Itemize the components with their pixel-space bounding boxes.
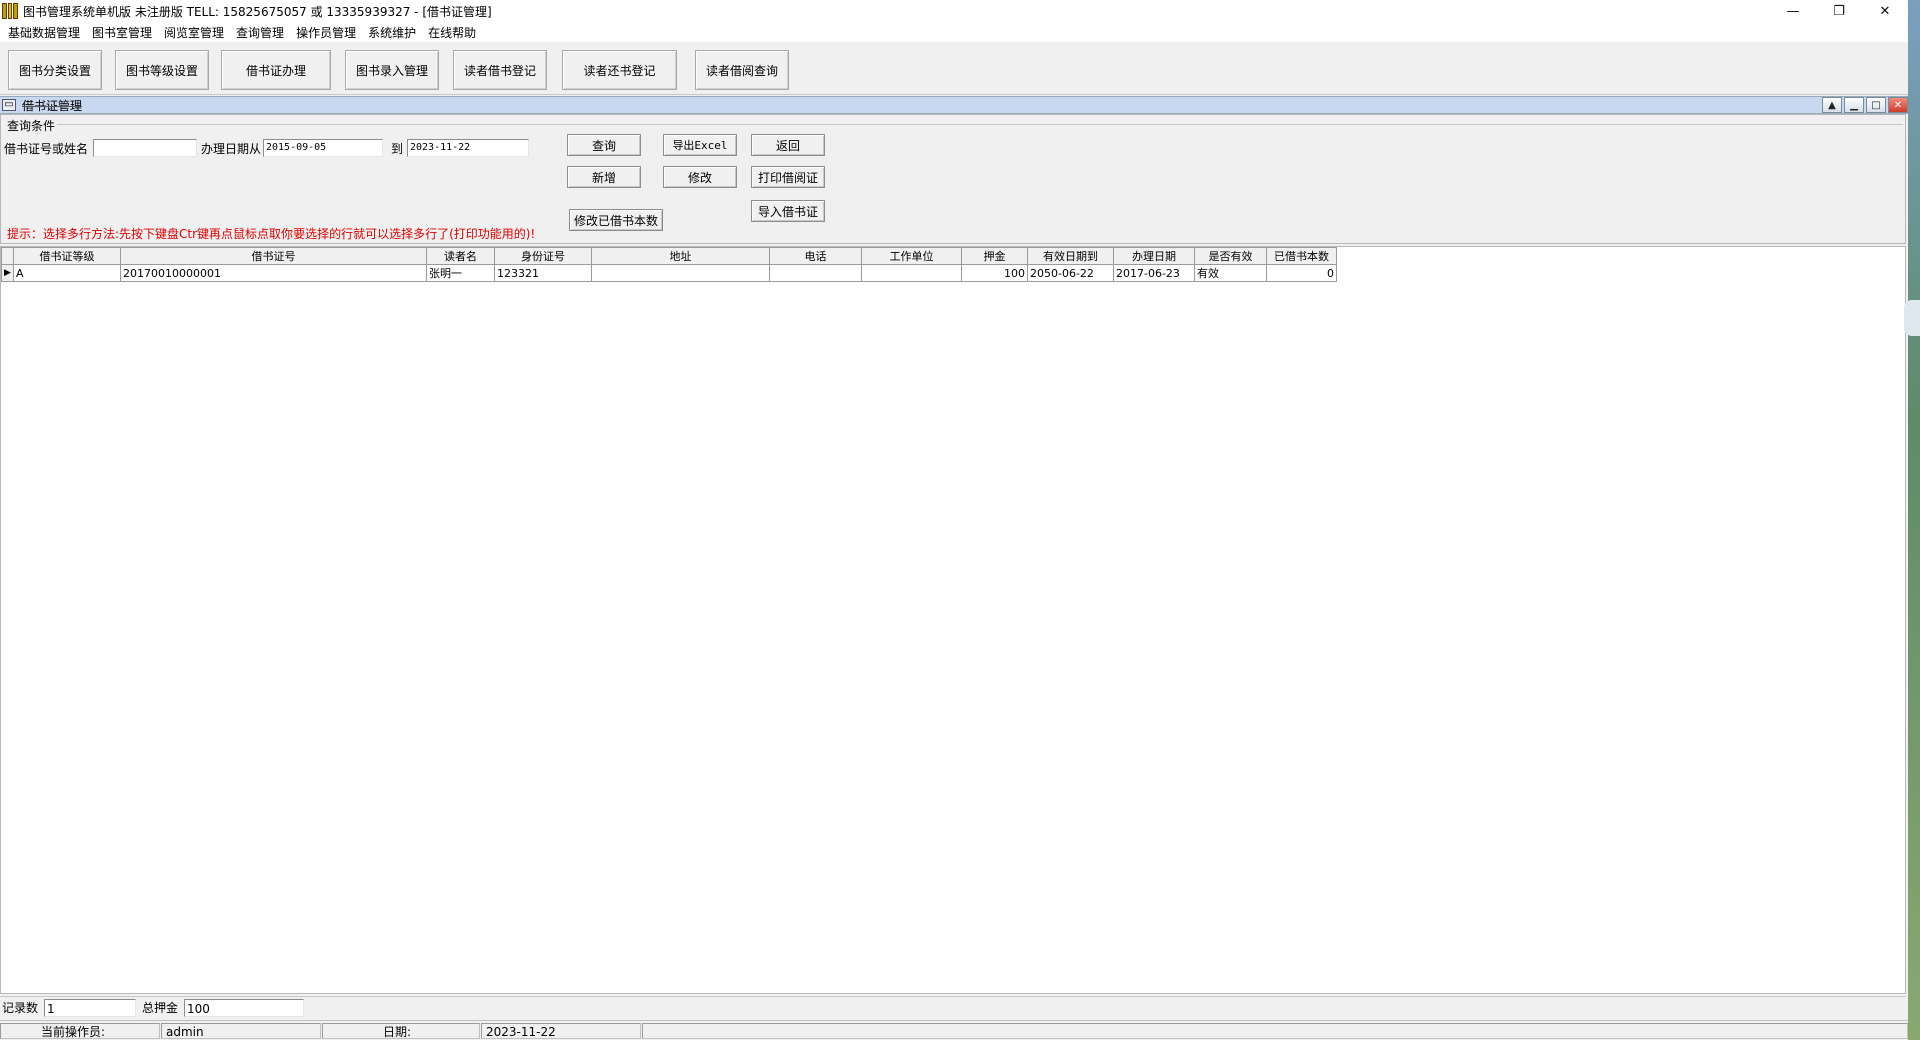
- col-phone[interactable]: 电话: [769, 247, 862, 265]
- table-row[interactable]: ▶ A 20170010000001 张明一 123321 100 2050-0…: [1, 264, 1337, 282]
- cell-issue-date[interactable]: 2017-06-23: [1113, 264, 1195, 282]
- child-close-button[interactable]: ✕: [1888, 97, 1908, 113]
- total-deposit-label: 总押金: [142, 1001, 179, 1015]
- table-header: 借书证等级 借书证号 读者名 身份证号 地址 电话 工作单位 押金 有效日期到 …: [1, 247, 1337, 265]
- card-or-name-label: 借书证号或姓名: [4, 142, 89, 156]
- export-excel-button[interactable]: 导出Excel: [663, 134, 737, 156]
- cell-phone[interactable]: [769, 264, 862, 282]
- col-card-grade[interactable]: 借书证等级: [13, 247, 121, 265]
- row-selector-header: [1, 247, 14, 265]
- col-card-number[interactable]: 借书证号: [120, 247, 427, 265]
- cell-workplace[interactable]: [861, 264, 962, 282]
- group-divider: [53, 124, 1903, 125]
- toolbar-borrow-query-button[interactable]: 读者借阅查询: [695, 50, 789, 90]
- books-icon: [2, 3, 19, 19]
- col-id-number[interactable]: 身份证号: [494, 247, 592, 265]
- desktop-widget-edge: [1904, 300, 1920, 336]
- operator-label: 当前操作员:: [0, 1023, 160, 1039]
- cell-address[interactable]: [591, 264, 770, 282]
- operator-value: admin: [161, 1023, 321, 1039]
- col-address[interactable]: 地址: [591, 247, 770, 265]
- col-workplace[interactable]: 工作单位: [861, 247, 962, 265]
- import-card-button[interactable]: 导入借书证: [751, 200, 825, 222]
- cell-borrowed-count[interactable]: 0: [1266, 264, 1337, 282]
- child-window-title: 借书证管理: [22, 98, 83, 113]
- date-value: 2023-11-22: [481, 1023, 641, 1039]
- toolbar-book-entry-button[interactable]: 图书录入管理: [345, 50, 439, 90]
- menu-basic-data[interactable]: 基础数据管理: [2, 24, 86, 41]
- search-button[interactable]: 查询: [567, 134, 641, 156]
- card-grid: 借书证等级 借书证号 读者名 身份证号 地址 电话 工作单位 押金 有效日期到 …: [0, 246, 1906, 994]
- window-controls: — ❐ ✕: [1770, 0, 1908, 22]
- child-up-button[interactable]: ▲: [1822, 97, 1842, 113]
- menu-library-room[interactable]: 图书室管理: [86, 24, 158, 41]
- window-menu-icon[interactable]: ▭: [2, 99, 16, 111]
- multi-select-hint: 提示：选择多行方法:先按下键盘Ctr键再点鼠标点取你要选择的行就可以选择多行了(…: [7, 227, 536, 241]
- date-to-label: 到: [391, 142, 404, 156]
- toolbar-grade-settings-button[interactable]: 图书等级设置: [115, 50, 209, 90]
- status-bar: 当前操作员: admin 日期: 2023-11-22: [0, 1020, 1908, 1040]
- record-count-label: 记录数: [2, 1001, 39, 1015]
- window-title: 图书管理系统单机版 未注册版 TELL: 15825675057 或 13335…: [23, 4, 492, 19]
- menu-bar: 基础数据管理 图书室管理 阅览室管理 查询管理 操作员管理 系统维护 在线帮助: [0, 22, 1908, 42]
- cell-deposit[interactable]: 100: [961, 264, 1028, 282]
- date-label: 日期:: [322, 1023, 480, 1039]
- col-is-valid[interactable]: 是否有效: [1194, 247, 1267, 265]
- menu-reading-room[interactable]: 阅览室管理: [158, 24, 230, 41]
- toolbar-card-issue-button[interactable]: 借书证办理: [221, 50, 331, 90]
- status-spare-panel: [642, 1023, 1908, 1039]
- total-deposit-value: 100: [184, 999, 304, 1017]
- restore-button[interactable]: ❐: [1816, 0, 1862, 22]
- back-button[interactable]: 返回: [751, 134, 825, 156]
- col-issue-date[interactable]: 办理日期: [1113, 247, 1195, 265]
- toolbar-return-register-button[interactable]: 读者还书登记: [562, 50, 677, 90]
- minimize-button[interactable]: —: [1770, 0, 1816, 22]
- col-valid-until[interactable]: 有效日期到: [1027, 247, 1114, 265]
- child-window-controls: ▲ ▁ □ ✕: [1822, 97, 1908, 115]
- current-row-indicator-icon[interactable]: ▶: [1, 264, 14, 282]
- col-reader-name[interactable]: 读者名: [426, 247, 495, 265]
- col-borrowed-count[interactable]: 已借书本数: [1266, 247, 1337, 265]
- query-panel: 查询条件 借书证号或姓名 办理日期从 2015-09-05 到 2023-11-…: [0, 114, 1906, 244]
- card-table: 借书证等级 借书证号 读者名 身份证号 地址 电话 工作单位 押金 有效日期到 …: [1, 247, 1337, 282]
- cell-id-number[interactable]: 123321: [494, 264, 592, 282]
- desktop-background: [1908, 0, 1920, 1040]
- title-bar: 图书管理系统单机版 未注册版 TELL: 15825675057 或 13335…: [0, 0, 1908, 22]
- menu-query[interactable]: 查询管理: [230, 24, 290, 41]
- record-count-value: 1: [44, 999, 136, 1017]
- cell-card-number[interactable]: 20170010000001: [120, 264, 427, 282]
- menu-system[interactable]: 系统维护: [362, 24, 422, 41]
- cell-is-valid[interactable]: 有效: [1194, 264, 1267, 282]
- card-or-name-input[interactable]: [93, 139, 197, 157]
- child-window-caption: ▭ 借书证管理 ▲ ▁ □ ✕: [0, 96, 1908, 114]
- child-minimize-button[interactable]: ▁: [1844, 97, 1864, 113]
- child-maximize-button[interactable]: □: [1866, 97, 1886, 113]
- toolbar: 图书分类设置 图书等级设置 借书证办理 图书录入管理 读者借书登记 读者还书登记…: [0, 43, 1908, 95]
- toolbar-category-settings-button[interactable]: 图书分类设置: [8, 50, 102, 90]
- app-window: 图书管理系统单机版 未注册版 TELL: 15825675057 或 13335…: [0, 0, 1908, 1040]
- summary-bar: 记录数 1 总押金 100: [0, 996, 1906, 1018]
- edit-button[interactable]: 修改: [663, 166, 737, 188]
- issue-date-from-label: 办理日期从: [201, 142, 262, 156]
- cell-valid-until[interactable]: 2050-06-22: [1027, 264, 1114, 282]
- menu-help[interactable]: 在线帮助: [422, 24, 482, 41]
- add-button[interactable]: 新增: [567, 166, 641, 188]
- col-deposit[interactable]: 押金: [961, 247, 1028, 265]
- date-from-input[interactable]: 2015-09-05: [263, 139, 383, 157]
- edit-borrowed-count-button[interactable]: 修改已借书本数: [569, 209, 663, 231]
- query-group-label: 查询条件: [5, 117, 58, 134]
- print-card-button[interactable]: 打印借阅证: [751, 166, 825, 188]
- cell-reader-name[interactable]: 张明一: [426, 264, 495, 282]
- close-button[interactable]: ✕: [1862, 0, 1908, 22]
- cell-card-grade[interactable]: A: [13, 264, 121, 282]
- toolbar-borrow-register-button[interactable]: 读者借书登记: [453, 50, 547, 90]
- date-to-input[interactable]: 2023-11-22: [407, 139, 529, 157]
- menu-operator[interactable]: 操作员管理: [290, 24, 362, 41]
